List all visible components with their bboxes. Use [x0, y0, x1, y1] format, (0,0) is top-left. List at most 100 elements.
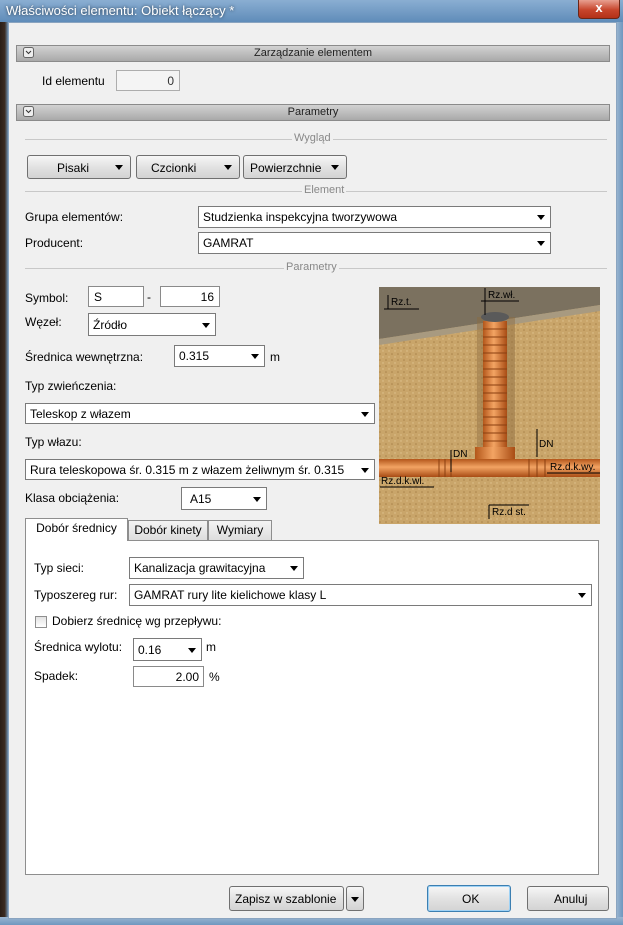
- title-bar[interactable]: Właściwości elementu: Obiekt łączący * x: [0, 0, 623, 22]
- slope-unit: %: [209, 670, 220, 684]
- ok-button[interactable]: OK: [427, 885, 511, 912]
- dropdown-arrow-icon: [290, 566, 298, 571]
- slope-label: Spadek:: [34, 669, 79, 683]
- outlet-diameter-label: Średnica wylotu:: [34, 640, 123, 654]
- save-template-button[interactable]: Zapisz w szablonie: [229, 886, 344, 911]
- manhole-diagram: Rz.t. Rz.wł. DN DN Rz.d.k.wl. Rz.d.k.wy.…: [379, 287, 600, 524]
- diagram-label-rzt: Rz.t.: [391, 297, 412, 308]
- inner-diameter-label: Średnica wewnętrzna:: [25, 350, 144, 364]
- dropdown-arrow-icon: [188, 647, 196, 653]
- outlet-diameter-unit: m: [206, 640, 216, 654]
- diagram-label-rzdkwy: Rz.d.k.wy.: [550, 462, 595, 473]
- closure-type-value: Teleskop z włazem: [30, 406, 131, 421]
- group-label-element: Element: [302, 184, 347, 196]
- dropdown-arrow-icon: [361, 411, 369, 417]
- dropdown-arrow-icon: [331, 165, 339, 170]
- pipe-series-label: Typoszereg rur:: [34, 588, 118, 602]
- save-template-menu-button[interactable]: [346, 886, 364, 911]
- group-label-appearance: Wygląd: [292, 132, 333, 144]
- inner-diameter-unit: m: [270, 350, 280, 364]
- diagram-label-rzwl: Rz.wł.: [488, 290, 515, 301]
- window-frame-right: [616, 22, 623, 925]
- network-type-select[interactable]: Kanalizacja grawitacyjna: [129, 557, 304, 579]
- save-template-label: Zapisz w szablonie: [235, 892, 337, 906]
- dropdown-arrow-icon: [251, 354, 259, 359]
- producer-value: GAMRAT: [203, 236, 254, 250]
- closure-type-label: Typ zwieńczenia:: [25, 379, 117, 393]
- fonts-button[interactable]: Czcionki: [136, 155, 240, 179]
- dropdown-arrow-icon: [115, 165, 123, 170]
- load-class-value: A15: [190, 491, 212, 506]
- flow-checkbox[interactable]: [35, 616, 47, 628]
- collapse-icon[interactable]: [23, 47, 34, 58]
- closure-type-select[interactable]: Teleskop z włazem: [25, 403, 375, 424]
- dropdown-arrow-icon: [537, 241, 545, 246]
- pipe-series-value: GAMRAT rury lite kielichowe klasy L: [134, 588, 327, 602]
- element-group-value: Studzienka inspekcyjna tworzywowa: [203, 210, 398, 224]
- load-class-label: Klasa obciążenia:: [25, 491, 120, 505]
- element-id-label: Id elementu: [42, 74, 105, 88]
- element-id-field: 0: [116, 70, 180, 91]
- section-header-manage[interactable]: Zarządzanie elementem: [16, 45, 610, 62]
- diagram-label-rzdst: Rz.d st.: [492, 507, 526, 518]
- dropdown-arrow-icon: [537, 215, 545, 220]
- node-label: Węzeł:: [25, 315, 62, 329]
- ok-button-label: OK: [462, 892, 480, 906]
- surfaces-button[interactable]: Powierzchnie: [243, 155, 347, 179]
- producer-select[interactable]: GAMRAT: [198, 232, 551, 254]
- symbol-label: Symbol:: [25, 291, 69, 305]
- dropdown-arrow-icon: [361, 467, 369, 473]
- symbol-prefix-input[interactable]: S: [88, 286, 144, 307]
- dropdown-arrow-icon: [351, 896, 359, 902]
- inner-diameter-select[interactable]: 0.315: [174, 345, 265, 367]
- pipe-series-select[interactable]: GAMRAT rury lite kielichowe klasy L: [129, 584, 592, 606]
- cancel-button[interactable]: Anuluj: [527, 886, 609, 911]
- symbol-dash: -: [147, 290, 151, 304]
- hatch-type-select[interactable]: Rura teleskopowa śr. 0.315 m z włazem że…: [25, 459, 375, 480]
- hatch-type-value: Rura teleskopowa śr. 0.315 m z włazem że…: [30, 462, 345, 477]
- node-select[interactable]: Źródło: [88, 313, 216, 336]
- outlet-diameter-select[interactable]: 0.16: [133, 638, 202, 661]
- symbol-number-value: 16: [200, 290, 214, 304]
- collapse-icon[interactable]: [23, 106, 34, 117]
- tab-kinety[interactable]: Dobór kinety: [128, 520, 208, 541]
- element-group-label: Grupa elementów:: [25, 210, 124, 224]
- section-header-params[interactable]: Parametry: [16, 104, 610, 121]
- dropdown-arrow-icon: [578, 593, 586, 598]
- outlet-diameter-value: 0.16: [138, 642, 162, 657]
- inner-diameter-value: 0.315: [179, 349, 210, 363]
- symbol-prefix-value: S: [94, 290, 103, 304]
- flow-checkbox-label: Dobierz średnicę wg przepływu:: [52, 614, 222, 628]
- diagram-label-rzdkwl: Rz.d.k.wl.: [381, 476, 424, 487]
- element-group-select[interactable]: Studzienka inspekcyjna tworzywowa: [198, 206, 551, 228]
- dropdown-arrow-icon: [202, 322, 210, 328]
- pens-button-label: Pisaki: [57, 161, 90, 175]
- group-label-parameters: Parametry: [284, 261, 339, 273]
- slope-input[interactable]: 2.00: [133, 666, 204, 687]
- diagram-label-dn-left: DN: [453, 449, 467, 460]
- producer-label: Producent:: [25, 236, 84, 250]
- window-title: Właściwości elementu: Obiekt łączący *: [6, 3, 235, 18]
- background-edge: [0, 22, 8, 925]
- dialog-window: Właściwości elementu: Obiekt łączący * x…: [0, 0, 623, 925]
- section-title-params: Parametry: [287, 106, 339, 118]
- cancel-button-label: Anuluj: [554, 892, 588, 906]
- tab-diameter[interactable]: Dobór średnicy: [25, 518, 128, 541]
- section-title-manage: Zarządzanie elementem: [253, 47, 372, 59]
- dropdown-arrow-icon: [253, 496, 261, 502]
- hatch-type-label: Typ włazu:: [25, 435, 82, 449]
- network-type-label: Typ sieci:: [34, 561, 85, 575]
- slope-value: 2.00: [175, 670, 199, 684]
- load-class-select[interactable]: A15: [181, 487, 267, 510]
- surfaces-button-label: Powierzchnie: [250, 161, 322, 175]
- node-value: Źródło: [93, 317, 128, 332]
- element-id-value: 0: [167, 74, 174, 88]
- network-type-value: Kanalizacja grawitacyjna: [134, 561, 266, 575]
- tab-dimensions[interactable]: Wymiary: [208, 520, 272, 541]
- close-button[interactable]: x: [578, 0, 620, 19]
- fonts-button-label: Czcionki: [151, 161, 197, 175]
- symbol-number-input[interactable]: 16: [160, 286, 220, 307]
- pens-button[interactable]: Pisaki: [27, 155, 131, 179]
- diagram-label-dn-right: DN: [539, 439, 553, 450]
- dropdown-arrow-icon: [224, 165, 232, 170]
